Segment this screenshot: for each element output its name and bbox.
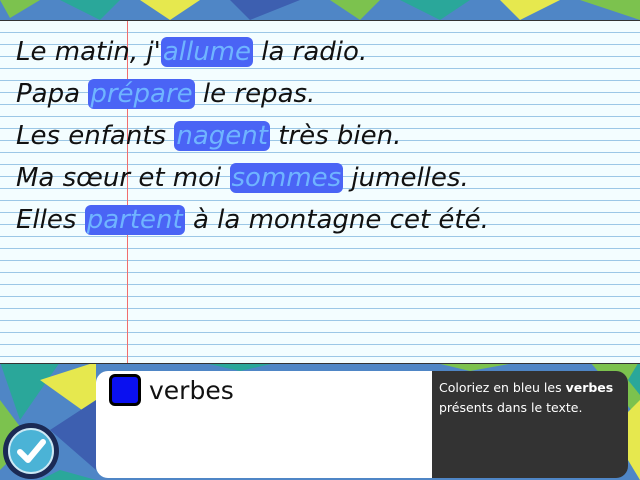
sentence-text: jumelles. [343,163,469,193]
sentence-text: Elles [16,205,85,235]
sentence-text: très bien. [269,121,402,151]
color-swatch-blue[interactable] [109,374,141,406]
instructions-text: Coloriez en bleu les [439,380,566,395]
sentence-2: Papa prépare le repas. [16,73,489,115]
sentence-5: Elles partent à la montagne cet été. [16,199,489,241]
sentence-4: Ma sœur et moi sommes jumelles. [16,157,489,199]
instructions-keyword: verbes [565,380,614,395]
sentence-1: Le matin, j'allume la radio. [16,31,489,73]
sentence-list: Le matin, j'allume la radio. Papa prépar… [16,31,489,241]
word-verb[interactable]: allume [160,37,253,67]
word-verb[interactable]: partent [84,205,185,235]
legend-label: verbes [149,376,234,405]
sentence-text: la radio. [253,37,368,67]
sentence-text: le repas. [194,79,316,109]
validate-button-face [8,428,54,474]
instructions-panel: Coloriez en bleu les verbes présents dan… [432,371,628,478]
notebook-page: Le matin, j'allume la radio. Papa prépar… [0,20,640,364]
sentence-text: Ma sœur et moi [16,163,230,193]
color-legend-panel: verbes [96,371,432,478]
word-verb[interactable]: sommes [229,163,344,193]
sentence-3: Les enfants nagent très bien. [16,115,489,157]
instructions-text-end: présents dans le texte. [439,400,583,415]
checkmark-icon [17,439,46,463]
word-verb[interactable]: nagent [174,121,270,151]
sentence-text: à la montagne cet été. [184,205,489,235]
sentence-text: Le matin, j' [16,37,161,67]
word-verb[interactable]: prépare [88,79,195,109]
sentence-text: Les enfants [16,121,175,151]
sentence-text: Papa [16,79,89,109]
validate-button[interactable] [3,423,59,479]
